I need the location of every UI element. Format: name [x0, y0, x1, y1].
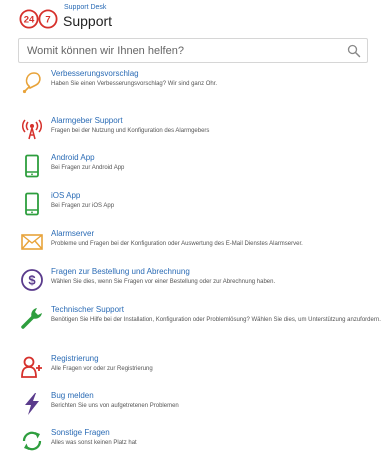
lightning-icon — [25, 393, 39, 415]
dollar-icon: $ — [21, 269, 43, 291]
category-title: Technischer Support — [51, 305, 124, 314]
header: 24 7 Support Desk Support — [0, 0, 388, 34]
category-title: Android App — [51, 153, 95, 162]
category-item-alarmserver[interactable]: Alarmserver Probleme und Fragen bei der … — [0, 229, 388, 265]
wrench-icon — [21, 308, 42, 329]
category-item-technischer-support[interactable]: Technischer Support Benötigen Sie Hilfe … — [0, 305, 388, 341]
category-item-sonstige-fragen[interactable]: Sonstige Fragen Alles was sonst keinen P… — [0, 428, 388, 464]
category-title: Bug melden — [51, 391, 94, 400]
category-title: iOS App — [51, 191, 81, 200]
search-box — [18, 38, 368, 63]
android-phone-icon — [25, 154, 39, 178]
category-title: Verbesserungsvorschlag — [51, 69, 139, 78]
category-title: Sonstige Fragen — [51, 428, 110, 437]
category-item-registrierung[interactable]: Registrierung Alle Fragen vor oder zur R… — [0, 354, 388, 390]
page-title: Support — [63, 13, 113, 29]
logo-left-number: 24 — [24, 15, 35, 26]
category-title: Alarmgeber Support — [51, 116, 123, 125]
ios-phone-icon — [25, 192, 39, 216]
category-item-bug-melden[interactable]: Bug melden Berichten Sie uns von aufgetr… — [0, 391, 388, 427]
category-description: Fragen bei der Nutzung und Konfiguration… — [51, 128, 210, 134]
category-item-ios-app[interactable]: iOS App Bei Fragen zur iOS App — [0, 191, 388, 227]
category-description: Bei Fragen zur Android App — [51, 165, 125, 171]
category-title: Registrierung — [51, 354, 99, 363]
category-description: Alles was sonst keinen Platz hat — [51, 440, 137, 446]
category-description: Wählen Sie dies, wenn Sie Fragen vor ein… — [51, 279, 276, 285]
category-item-android-app[interactable]: Android App Bei Fragen zur Android App — [0, 153, 388, 189]
category-description: Berichten Sie uns von aufgetretenen Prob… — [51, 403, 179, 409]
category-description: Benötigen Sie Hilfe bei der Installation… — [51, 317, 381, 323]
envelope-icon — [21, 234, 43, 250]
lightbulb-icon — [22, 72, 41, 94]
search-input[interactable] — [19, 39, 347, 62]
category-description: Haben Sie einen Verbesserungsvorschlag? … — [51, 81, 218, 87]
category-description: Bei Fragen zur iOS App — [51, 203, 115, 209]
category-title: Fragen zur Bestellung und Abrechnung — [51, 267, 190, 276]
category-description: Probleme und Fragen bei der Konfiguratio… — [51, 241, 303, 247]
logo-right-number: 7 — [45, 15, 50, 26]
category-item-alarmgeber-support[interactable]: Alarmgeber Support Fragen bei der Nutzun… — [0, 116, 388, 152]
add-user-icon — [21, 356, 42, 378]
category-title: Alarmserver — [51, 229, 95, 238]
category-description: Alle Fragen vor oder zur Registrierung — [51, 366, 153, 372]
refresh-icon — [22, 431, 42, 451]
support-desk-label[interactable]: Support Desk — [64, 4, 106, 11]
svg-text:$: $ — [28, 273, 36, 288]
support-247-logo[interactable]: 24 7 — [19, 9, 61, 29]
category-item-verbesserungsvorschlag[interactable]: Verbesserungsvorschlag Haben Sie einen V… — [0, 69, 388, 105]
broadcast-icon — [21, 119, 43, 140]
category-item-bestellung-abrechnung[interactable]: $ Fragen zur Bestellung und Abrechnung W… — [0, 267, 388, 303]
search-icon[interactable] — [347, 44, 361, 58]
